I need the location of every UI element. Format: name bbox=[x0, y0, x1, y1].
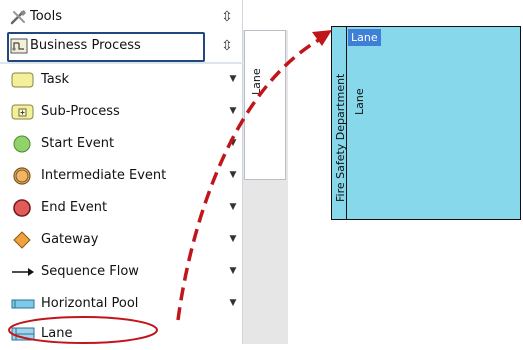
arrow-head-icon bbox=[312, 30, 332, 46]
move-handle-icon[interactable]: ⇳ bbox=[219, 9, 235, 25]
horizontal-pool-icon bbox=[11, 299, 35, 309]
lane-label: Lane bbox=[353, 88, 366, 115]
lane-name-editor[interactable]: Lane bbox=[348, 29, 381, 46]
task-icon bbox=[11, 72, 34, 88]
pool-shape[interactable] bbox=[331, 26, 521, 220]
item-label: Sub-Process bbox=[41, 104, 120, 119]
item-label: Lane bbox=[41, 326, 73, 341]
item-label: Intermediate Event bbox=[41, 168, 167, 183]
tools-label: Tools bbox=[30, 9, 63, 24]
palette-item-horizontal-pool[interactable]: Horizontal Pool ▼ bbox=[0, 288, 243, 320]
pool-name: Fire Safety Department bbox=[334, 73, 347, 202]
move-handle-icon[interactable]: ⇳ bbox=[219, 38, 235, 54]
palette-item-start-event[interactable]: Start Event ▼ bbox=[0, 128, 243, 160]
chevron-down-icon[interactable]: ▼ bbox=[228, 104, 238, 118]
collapsed-panel-strip: Lane bbox=[243, 0, 288, 344]
item-label: Horizontal Pool bbox=[41, 296, 139, 311]
palette-panel: Tools ⇳ Business Process ⇳ Task ▼ Sub-Pr… bbox=[0, 0, 243, 344]
item-label: End Event bbox=[41, 200, 108, 215]
lane-icon bbox=[11, 327, 35, 341]
lane-tab[interactable]: Lane bbox=[244, 30, 286, 180]
gateway-icon bbox=[13, 231, 31, 249]
item-label: Start Event bbox=[41, 136, 115, 151]
intermediate-event-icon bbox=[13, 167, 31, 185]
strip-top bbox=[243, 0, 288, 30]
business-process-header[interactable]: Business Process ⇳ bbox=[0, 33, 243, 60]
palette-item-gateway[interactable]: Gateway ▼ bbox=[0, 224, 243, 256]
palette-item-task[interactable]: Task ▼ bbox=[0, 64, 243, 96]
chevron-down-icon[interactable]: ▼ bbox=[228, 296, 238, 310]
tools-header[interactable]: Tools ⇳ bbox=[0, 6, 243, 28]
chevron-down-icon[interactable]: ▼ bbox=[228, 200, 238, 214]
palette-item-intermediate-event[interactable]: Intermediate Event ▼ bbox=[0, 160, 243, 192]
palette-item-lane[interactable]: Lane bbox=[0, 318, 243, 350]
sequence-flow-icon bbox=[12, 268, 34, 276]
lane-tab-label-wrap: Lane bbox=[248, 68, 288, 135]
item-label: Task bbox=[41, 72, 70, 87]
palette-item-sub-process[interactable]: Sub-Process ▼ bbox=[0, 96, 243, 128]
chevron-down-icon[interactable]: ▼ bbox=[228, 72, 238, 86]
item-label: Gateway bbox=[41, 232, 99, 247]
business-process-label: Business Process bbox=[30, 38, 141, 53]
chevron-down-icon[interactable]: ▼ bbox=[228, 232, 238, 246]
business-process-icon bbox=[10, 38, 28, 54]
chevron-down-icon[interactable]: ▼ bbox=[228, 264, 238, 278]
palette-item-sequence-flow[interactable]: Sequence Flow ▼ bbox=[0, 256, 243, 288]
end-event-icon bbox=[13, 199, 31, 217]
start-event-icon bbox=[13, 135, 31, 153]
chevron-down-icon[interactable]: ▼ bbox=[228, 136, 238, 150]
chevron-down-icon[interactable]: ▼ bbox=[228, 168, 238, 182]
tools-icon bbox=[10, 10, 26, 25]
lane-tab-label: Lane bbox=[250, 68, 263, 95]
palette-item-end-event[interactable]: End Event ▼ bbox=[0, 192, 243, 224]
sub-process-icon bbox=[11, 104, 34, 120]
item-label: Sequence Flow bbox=[41, 264, 139, 279]
